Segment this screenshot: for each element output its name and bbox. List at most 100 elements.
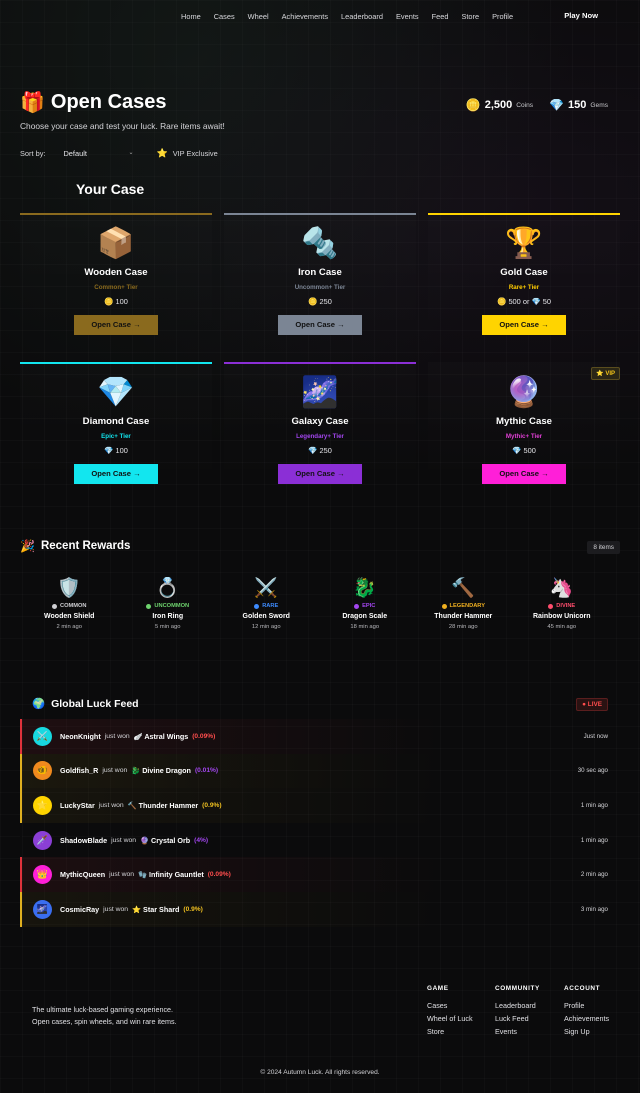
- case-price: 🪙 100: [20, 297, 212, 306]
- reward-icon: 🔨: [451, 578, 476, 599]
- reward-rarity-label: UNCOMMON: [154, 603, 190, 609]
- section-title-your-case: Your Case: [76, 181, 145, 197]
- case-icon: 🔩: [301, 227, 339, 260]
- feed-row: 👑 MythicQueen just won 🧤 Infinity Gauntlet(…: [20, 857, 618, 892]
- feed-verb: just won: [104, 732, 130, 740]
- open-case-button[interactable]: Open Case →: [278, 464, 362, 484]
- luck-feed-list: ⚔️ NeonKnight just won 🪽 Astral Wings (0.09%…: [20, 719, 618, 927]
- feed-drop-chance: (0.09%): [207, 871, 231, 879]
- feed-username[interactable]: MythicQueen: [60, 870, 105, 879]
- coin-icon: 🪙: [465, 98, 481, 112]
- nav-link-wheel[interactable]: Wheel: [248, 12, 269, 21]
- footer-link-sign-up[interactable]: Sign Up: [564, 1027, 609, 1036]
- reward-name: Dragon Scale: [342, 613, 388, 620]
- feed-drop-chance: (0.9%): [202, 801, 222, 809]
- case-name: Iron Case: [298, 267, 342, 278]
- coin-value: 2,500: [484, 99, 513, 111]
- feed-row-accent: [20, 857, 22, 892]
- feed-time: 3 min ago: [580, 905, 608, 913]
- recent-rewards-list: 🛡️ COMMON Wooden Shield 2 min ago 💍 UNCOMMON I…: [20, 578, 620, 630]
- gem-value: 150: [568, 99, 587, 111]
- feed-time: 2 min ago: [580, 871, 608, 879]
- nav-link-profile[interactable]: Profile: [492, 12, 513, 21]
- reward-time: 12 min ago: [251, 624, 281, 630]
- globe-icon: 🌍: [32, 698, 46, 710]
- rarity-dot: [354, 603, 360, 609]
- feed-username[interactable]: NeonKnight: [60, 732, 101, 741]
- nav-link-leaderboard[interactable]: Leaderboard: [341, 12, 383, 21]
- vip-badge: ⭐ VIP: [591, 367, 620, 380]
- footer-link-events[interactable]: Events: [495, 1027, 540, 1036]
- reward-item[interactable]: 🐉 EPIC Dragon Scale 18 min ago: [316, 578, 415, 630]
- footer-link-luck-feed[interactable]: Luck Feed: [495, 1014, 540, 1023]
- rarity-dot: [51, 603, 57, 609]
- reward-rarity-label: EPIC: [362, 603, 376, 609]
- case-accent-line: [224, 213, 416, 215]
- case-price-value: 100: [113, 446, 128, 455]
- footer-col-game: GAME Cases Wheel of Luck Store: [427, 985, 473, 1040]
- nav-link-achievements[interactable]: Achievements: [282, 12, 328, 21]
- reward-icon: 🛡️: [57, 578, 82, 599]
- case-card-gold-case: 🏆 Gold Case Rare+ Tier 🪙 500 or 💎 50 Open Ca…: [428, 213, 620, 343]
- feed-row: ⚔️ NeonKnight just won 🪽 Astral Wings (0.09%…: [20, 719, 618, 754]
- sort-select[interactable]: Default ⌄: [63, 149, 133, 158]
- feed-username[interactable]: CosmicRay: [60, 905, 99, 914]
- vip-exclusive-toggle[interactable]: ⭐ VIP Exclusive: [156, 148, 217, 159]
- reward-name: Wooden Shield: [44, 613, 95, 620]
- coin-balance: 🪙 2,500 Coins: [466, 98, 533, 112]
- feed-username[interactable]: ShadowBlade: [60, 836, 107, 845]
- reward-name: Rainbow Unicorn: [532, 613, 591, 620]
- avatar: ⚔️: [33, 726, 52, 746]
- case-name: Gold Case: [500, 267, 548, 278]
- reward-time: 28 min ago: [448, 624, 478, 630]
- case-icon: 💎: [97, 376, 135, 409]
- feed-time: 1 min ago: [580, 801, 608, 809]
- footer-link-wheel-of-luck[interactable]: Wheel of Luck: [427, 1014, 473, 1023]
- avatar: 👑: [33, 865, 52, 885]
- nav-link-feed[interactable]: Feed: [432, 12, 449, 21]
- nav-link-store[interactable]: Store: [461, 12, 479, 21]
- reward-item[interactable]: 💍 UNCOMMON Iron Ring 5 min ago: [119, 578, 218, 630]
- reward-item[interactable]: ⚔️ RARE Golden Sword 12 min ago: [217, 578, 316, 630]
- feed-username[interactable]: LuckyStar: [60, 801, 95, 810]
- feed-drop-chance: (0.9%): [183, 905, 203, 913]
- open-case-button[interactable]: Open Case →: [482, 464, 566, 484]
- feed-item: 🔨 Thunder Hammer: [127, 800, 199, 810]
- reward-rarity-label: COMMON: [59, 603, 87, 609]
- rarity-dot: [548, 603, 554, 609]
- footer-link-achievements[interactable]: Achievements: [564, 1014, 609, 1023]
- footer-link-cases[interactable]: Cases: [427, 1001, 473, 1010]
- recent-rewards-title-text: Recent Rewards: [40, 540, 131, 552]
- case-price-value: 500: [521, 446, 536, 455]
- case-price-value: 500 or 💎 50: [506, 297, 551, 306]
- reward-item[interactable]: 🛡️ COMMON Wooden Shield 2 min ago: [20, 578, 119, 630]
- nav-link-cases[interactable]: Cases: [214, 12, 235, 21]
- reward-rarity-label: DIVINE: [556, 603, 576, 609]
- balances: 🪙 2,500 Coins 💎 150 Gems: [450, 98, 608, 112]
- nav-link-events[interactable]: Events: [396, 12, 419, 21]
- reward-item[interactable]: 🦄 DIVINE Rainbow Unicorn 45 min ago: [513, 578, 612, 630]
- copyright: © 2024 Autumn Luck. All rights reserved.: [260, 1069, 380, 1076]
- recent-rewards-title: 🎉 Recent Rewards: [20, 539, 130, 553]
- feed-username[interactable]: Goldfish_R: [60, 766, 98, 775]
- feed-row-accent: [20, 753, 22, 789]
- feed-item: 🐉 Divine Dragon: [131, 766, 191, 776]
- open-case-button[interactable]: Open Case →: [278, 315, 362, 335]
- feed-row-accent: [20, 788, 22, 823]
- case-price-value: 250: [317, 446, 332, 455]
- footer-link-leaderboard[interactable]: Leaderboard: [495, 1001, 540, 1010]
- open-case-button[interactable]: Open Case →: [74, 464, 158, 484]
- nav-link-home[interactable]: Home: [181, 12, 201, 21]
- open-case-button[interactable]: Open Case →: [74, 315, 158, 335]
- footer-link-store[interactable]: Store: [427, 1027, 473, 1036]
- feed-verb: just won: [109, 871, 135, 879]
- case-card-mythic-case: 🔮 Mythic Case Mythic+ Tier 💎 500 Open Case →…: [428, 362, 620, 492]
- case-name: Galaxy Case: [291, 416, 349, 427]
- reward-item[interactable]: 🔨 LEGENDARY Thunder Hammer 28 min ago: [414, 578, 513, 630]
- open-case-button[interactable]: Open Case →: [482, 315, 566, 335]
- footer-link-profile[interactable]: Profile: [564, 1001, 609, 1010]
- play-now-button[interactable]: Play Now: [564, 11, 598, 20]
- reward-rarity: DIVINE: [513, 603, 612, 609]
- case-name: Wooden Case: [84, 267, 148, 278]
- page-title: 🎁 Open Cases: [20, 90, 225, 115]
